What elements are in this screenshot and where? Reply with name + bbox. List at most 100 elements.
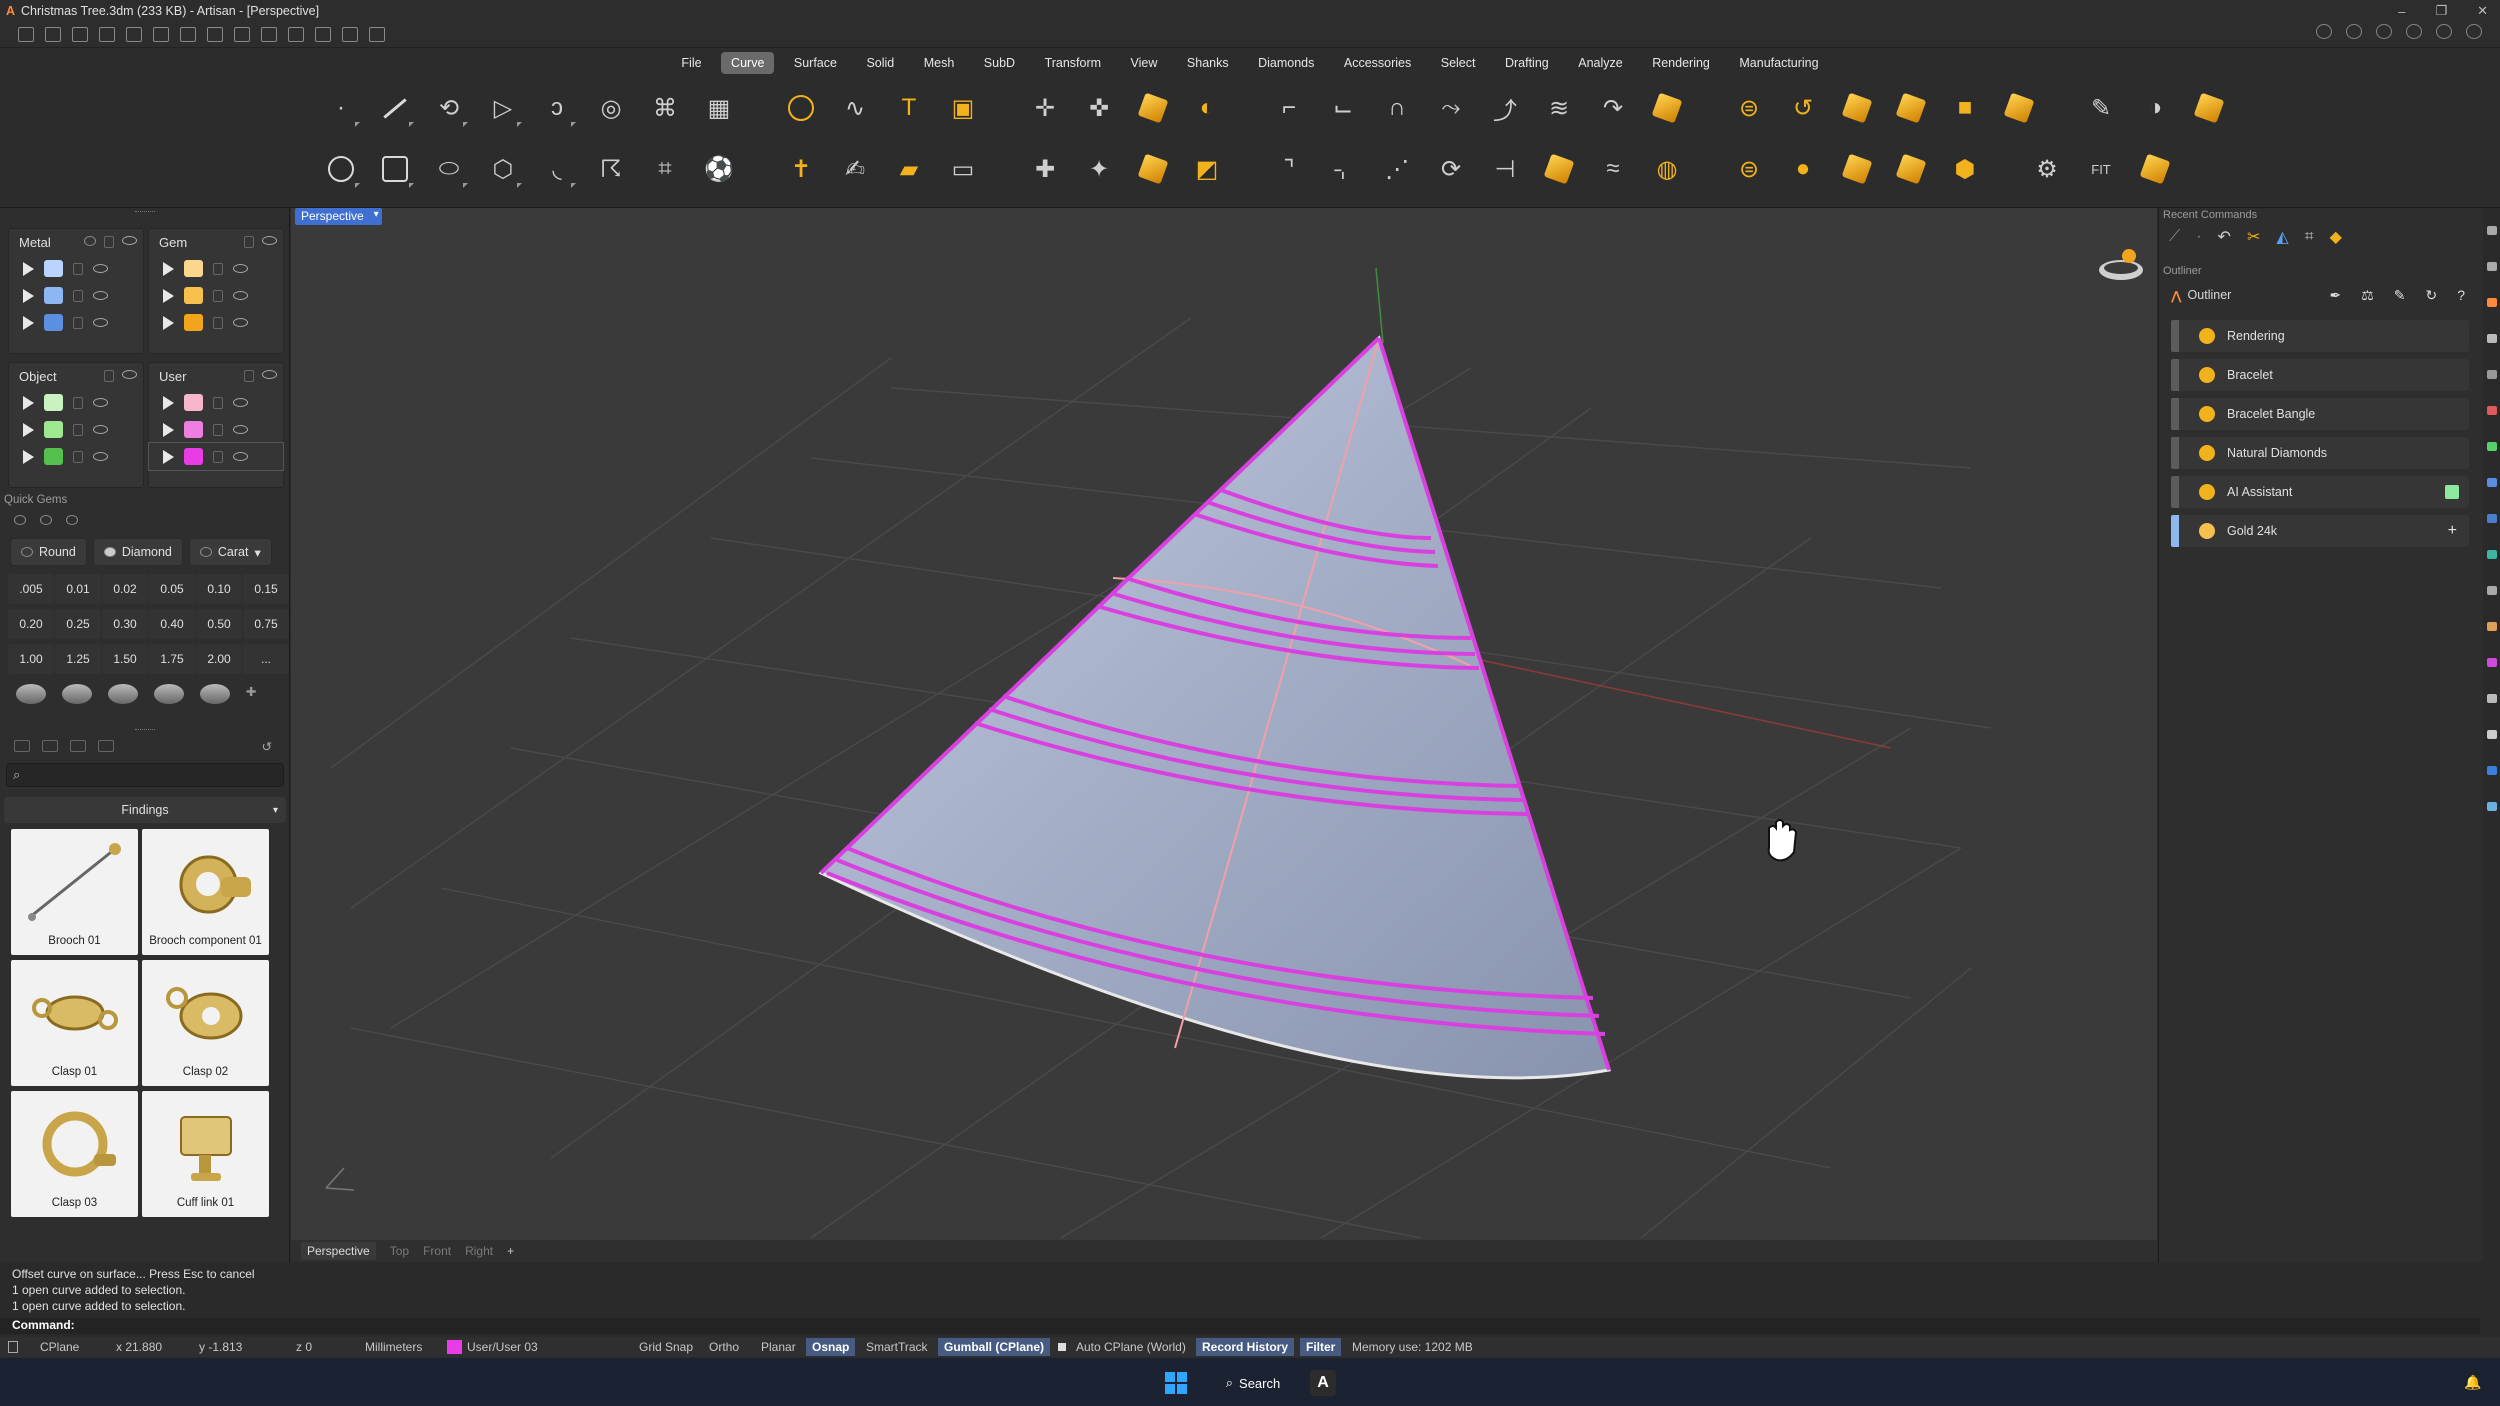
- plugin-icon[interactable]: [342, 27, 358, 42]
- layers-icon[interactable]: [2376, 24, 2392, 39]
- strip-help-icon[interactable]: [2486, 586, 2497, 595]
- panel-grip[interactable]: [0, 208, 289, 217]
- layer-color-swatch[interactable]: [184, 394, 203, 411]
- strip-doc-icon[interactable]: [2486, 730, 2497, 739]
- lock-icon[interactable]: [104, 236, 114, 248]
- spiral-icon[interactable]: ◎: [588, 85, 634, 131]
- viewport-tab-top[interactable]: Top: [390, 1244, 409, 1258]
- outliner-filter-icon[interactable]: ⚖: [2361, 287, 2374, 304]
- tab-analyze[interactable]: Analyze: [1568, 52, 1632, 74]
- polyline-icon[interactable]: ⟲: [426, 85, 472, 131]
- recent-point-icon[interactable]: ·: [2196, 228, 2201, 246]
- play-icon[interactable]: [163, 422, 174, 437]
- cross-icon[interactable]: ✝: [778, 146, 824, 192]
- auto-cplane-checkbox[interactable]: [1058, 1343, 1066, 1351]
- tab-subd[interactable]: SubD: [974, 52, 1025, 74]
- new-template-icon[interactable]: [45, 27, 61, 42]
- gem-size-button[interactable]: 1.50: [102, 644, 148, 674]
- cone-surface[interactable]: [818, 335, 1611, 1080]
- extend-icon[interactable]: ✛: [1022, 85, 1068, 131]
- status-layer[interactable]: User/User 03: [467, 1340, 538, 1354]
- library-item-brooch-01[interactable]: Brooch 01: [11, 829, 138, 955]
- strip-render-icon[interactable]: [2486, 514, 2497, 523]
- lock-icon[interactable]: [244, 370, 254, 382]
- gem-size-button[interactable]: 0.30: [102, 609, 148, 639]
- folder-icon[interactable]: [14, 740, 30, 752]
- layer-row[interactable]: [149, 416, 283, 443]
- export-icon[interactable]: [288, 27, 304, 42]
- refresh-icon[interactable]: ↺: [262, 739, 272, 754]
- brush-icon[interactable]: ✎: [2078, 85, 2124, 131]
- layer-row[interactable]: [149, 255, 283, 282]
- offset-on-surface-icon[interactable]: ⤴: [1482, 85, 1528, 131]
- lock-icon[interactable]: [73, 289, 83, 302]
- tab-mesh[interactable]: Mesh: [914, 52, 965, 74]
- curve-on-surface-icon[interactable]: [778, 85, 824, 131]
- library-item-brooch-component-01[interactable]: Brooch component 01: [142, 829, 269, 955]
- text-icon[interactable]: T: [886, 85, 932, 131]
- windows-start-icon[interactable]: [1165, 1372, 1187, 1394]
- settings-icon[interactable]: [369, 27, 385, 42]
- layer-color-swatch[interactable]: [44, 287, 63, 304]
- add-viewport-button[interactable]: +: [507, 1244, 514, 1258]
- play-icon[interactable]: [23, 395, 34, 410]
- tab-surface[interactable]: Surface: [784, 52, 847, 74]
- eye-icon[interactable]: [93, 398, 108, 407]
- viewport-tab-perspective[interactable]: Perspective: [301, 1242, 376, 1260]
- tab-curve[interactable]: Curve: [721, 52, 775, 74]
- library-category-dropdown[interactable]: Findings ▾: [4, 797, 286, 823]
- outliner-item-gold-24k[interactable]: Gold 24k +: [2171, 515, 2469, 547]
- info-icon[interactable]: [2346, 24, 2362, 39]
- tab-solid[interactable]: Solid: [856, 52, 904, 74]
- gem-size-button[interactable]: 1.00: [8, 644, 54, 674]
- layer-color-swatch[interactable]: [184, 287, 203, 304]
- layer-color-swatch[interactable]: [184, 314, 203, 331]
- layer-row[interactable]: [149, 389, 283, 416]
- layer-row[interactable]: [9, 443, 143, 470]
- shank-icon[interactable]: ⊜: [1726, 85, 1772, 131]
- layer-color-swatch[interactable]: [44, 394, 63, 411]
- offset-icon[interactable]: ⤳: [1428, 85, 1474, 131]
- open-icon[interactable]: [72, 27, 88, 42]
- eye-icon[interactable]: [233, 398, 248, 407]
- layer-color-swatch[interactable]: [44, 260, 63, 277]
- rail-icon[interactable]: ↺: [1780, 85, 1826, 131]
- render-plate-icon[interactable]: [2132, 146, 2178, 192]
- save-all-icon[interactable]: [234, 27, 250, 42]
- sphere-gold-icon[interactable]: ●: [1780, 146, 1826, 192]
- curve-cv-icon[interactable]: ▷: [480, 85, 526, 131]
- status-auto-cplane[interactable]: Auto CPlane (World): [1076, 1340, 1186, 1354]
- notification-bell-icon[interactable]: 🔔: [2464, 1374, 2481, 1391]
- flip-icon[interactable]: [1130, 146, 1176, 192]
- eye-icon[interactable]: [262, 370, 277, 379]
- blend-icon[interactable]: ∩: [1374, 85, 1420, 131]
- eye-icon[interactable]: [262, 236, 277, 245]
- recent-select-icon[interactable]: ◭: [2276, 227, 2288, 247]
- loop-icon[interactable]: ⟳: [1428, 146, 1474, 192]
- layer-row[interactable]: [148, 442, 284, 471]
- strip-paint-icon[interactable]: [2486, 622, 2497, 631]
- rectangle-icon[interactable]: [372, 146, 418, 192]
- tab-shanks[interactable]: Shanks: [1177, 52, 1239, 74]
- eye-icon[interactable]: [233, 264, 248, 273]
- rebuild-icon[interactable]: ↷: [1590, 85, 1636, 131]
- tab-accessories[interactable]: Accessories: [1334, 52, 1421, 74]
- recent-grid-icon[interactable]: ⌗: [2305, 228, 2314, 246]
- gem-size-more-button[interactable]: ...: [243, 644, 289, 674]
- gem-cut-pear-icon[interactable]: [200, 684, 230, 704]
- gem-size-button[interactable]: 0.10: [196, 574, 242, 604]
- strip-settings-icon[interactable]: [2486, 262, 2497, 271]
- material-icon[interactable]: [84, 236, 96, 246]
- tab-select[interactable]: Select: [1431, 52, 1486, 74]
- figure-icon[interactable]: ⚙: [2024, 146, 2070, 192]
- play-icon[interactable]: [163, 315, 174, 330]
- eye-icon[interactable]: [233, 452, 248, 461]
- status-gumball[interactable]: Gumball (CPlane): [938, 1338, 1051, 1356]
- trim-icon[interactable]: ✜: [1076, 85, 1122, 131]
- lock-icon[interactable]: [213, 289, 223, 302]
- layer-row[interactable]: [149, 309, 283, 336]
- view-cube-icon[interactable]: [2099, 249, 2143, 280]
- lock-icon[interactable]: [213, 423, 223, 436]
- status-smarttrack[interactable]: SmartTrack: [866, 1340, 928, 1354]
- grid-curve-icon[interactable]: ⌗: [642, 146, 688, 192]
